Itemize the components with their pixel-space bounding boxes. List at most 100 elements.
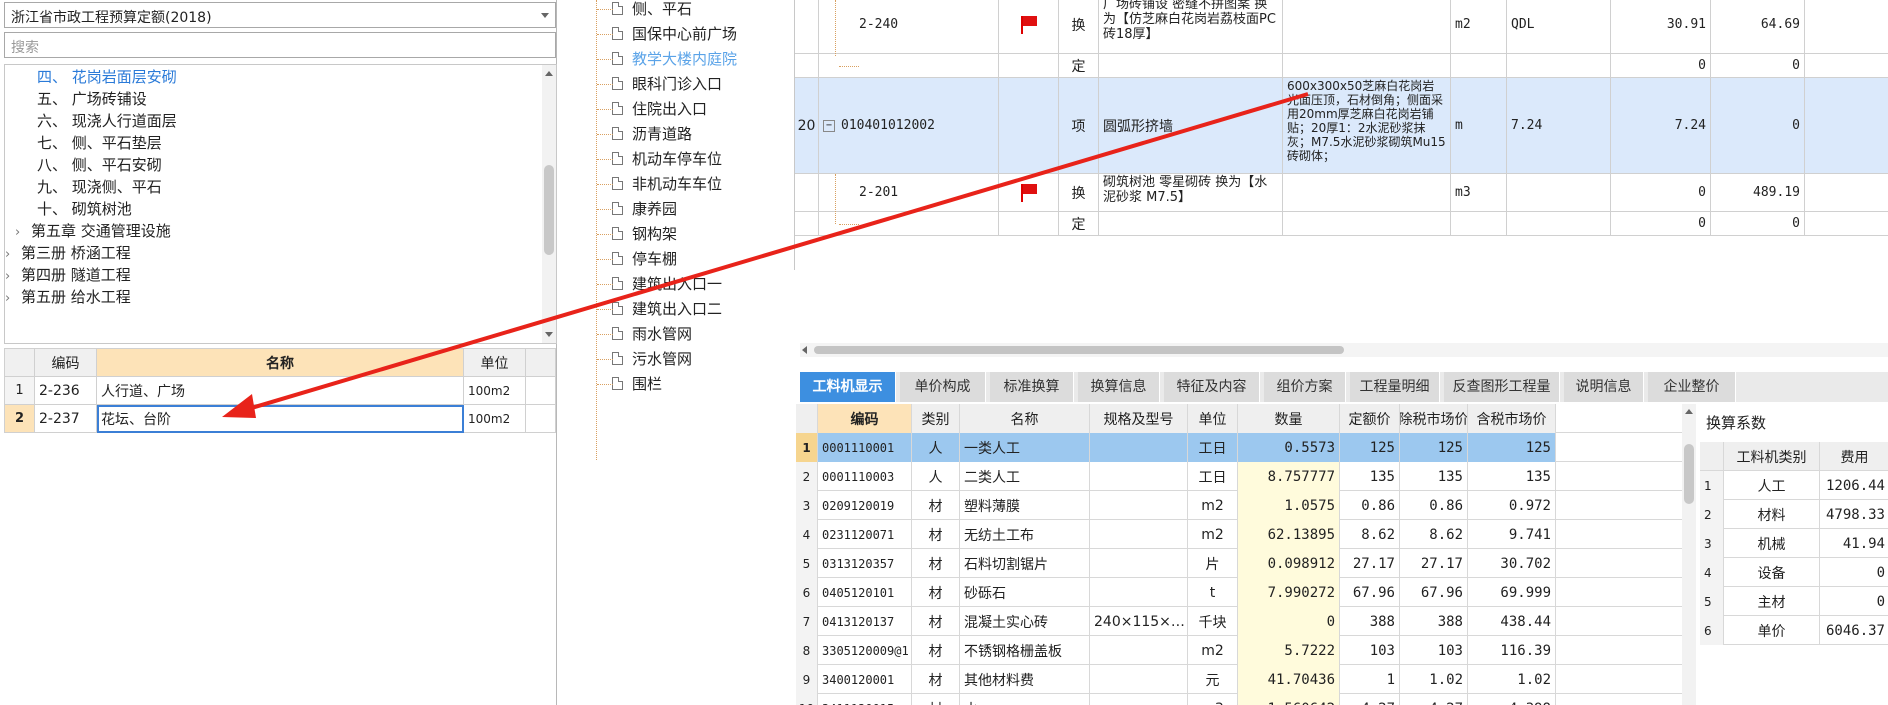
name-cell[interactable]: 石料切割锯片 xyxy=(960,549,1090,578)
name-cell[interactable]: 一类人工 xyxy=(960,433,1090,462)
quota-cell[interactable]: 103 xyxy=(1340,636,1400,665)
feature-cell[interactable] xyxy=(1283,174,1451,211)
expr-cell[interactable]: 7.24 xyxy=(1507,78,1611,173)
no-cell[interactable]: 20 xyxy=(795,78,819,173)
spec-cell[interactable] xyxy=(1090,462,1188,491)
cat-cell[interactable]: 材 xyxy=(912,549,960,578)
type-cell[interactable]: 换 xyxy=(1059,174,1099,211)
code-cell[interactable]: 0209120019 xyxy=(818,491,912,520)
vertical-scrollbar[interactable] xyxy=(1682,404,1696,705)
code-cell[interactable]: 2-240 xyxy=(819,0,999,53)
coef-row[interactable]: 1 人工 1206.44 xyxy=(1700,471,1888,500)
resource-row[interactable]: 8 3305120009@1 材不锈钢格栅盖板 m2 5.7222 103 103 116.3… xyxy=(796,636,1696,665)
fee-cell[interactable]: 4798.33 xyxy=(1820,500,1888,529)
coef-row[interactable]: 5 主材 0 xyxy=(1700,587,1888,616)
qty-cell[interactable]: 8.757777 xyxy=(1238,462,1340,491)
unit-cell[interactable]: m2 xyxy=(1451,0,1507,53)
name-cell[interactable]: 其他材料费 xyxy=(960,665,1090,694)
inc-cell[interactable]: 438.44 xyxy=(1468,607,1556,636)
name-cell[interactable]: 混凝土实心砖 xyxy=(960,607,1090,636)
fee-cell[interactable]: 1206.44 xyxy=(1820,471,1888,500)
code-cell[interactable]: 0001110001 xyxy=(818,433,912,462)
spec-cell[interactable] xyxy=(1090,694,1188,705)
no-cell[interactable] xyxy=(795,212,819,235)
fee-cell[interactable]: 6046.37 xyxy=(1820,616,1888,645)
chevron-right-icon[interactable]: › xyxy=(5,286,15,312)
resource-row[interactable]: 9 3400120001 材其他材料费元 41.70436 1 1.02 1.02 xyxy=(796,665,1696,694)
column-header[interactable]: 费用 xyxy=(1820,442,1888,471)
tab-7[interactable]: 工程量明细 xyxy=(1350,372,1440,402)
spec-cell[interactable] xyxy=(1090,549,1188,578)
project-tree-item[interactable]: 教学大楼内庭院 xyxy=(612,46,737,72)
ex-cell[interactable]: 1.02 xyxy=(1400,665,1468,694)
resource-row[interactable]: 5 0313120357 材石料切割锯片片 0.098912 27.17 27.17 30.… xyxy=(796,549,1696,578)
name-cell[interactable]: 砌筑树池 零星砌砖 换为【水泥砂浆 M7.5】 xyxy=(1099,174,1283,211)
unit-cell[interactable]: m3 xyxy=(1188,694,1238,705)
tab-8[interactable]: 反查图形工程量 xyxy=(1444,372,1560,402)
coef-row[interactable]: 4 设备 0 xyxy=(1700,558,1888,587)
horizontal-scrollbar[interactable] xyxy=(800,343,1888,357)
project-tree-item[interactable]: 停车棚 xyxy=(612,246,677,272)
name-cell[interactable]: 砂砾石 xyxy=(960,578,1090,607)
cat-cell[interactable]: 人 xyxy=(912,433,960,462)
category-cell[interactable]: 材料 xyxy=(1724,500,1820,529)
inc-cell[interactable]: 0.972 xyxy=(1468,491,1556,520)
collapse-icon[interactable]: − xyxy=(823,119,835,132)
project-tree-item[interactable]: 建筑出入口二 xyxy=(612,296,722,322)
inc-cell[interactable]: 9.741 xyxy=(1468,520,1556,549)
column-header[interactable]: 规格及型号 xyxy=(1090,404,1188,433)
column-header[interactable]: 含税市场价 xyxy=(1468,404,1556,433)
category-cell[interactable]: 主材 xyxy=(1724,587,1820,616)
fee-cell[interactable]: 0 xyxy=(1820,558,1888,587)
column-header[interactable]: 除税市场价 xyxy=(1400,404,1468,433)
qty-cell[interactable]: 1.0575 xyxy=(1238,491,1340,520)
expr-cell[interactable] xyxy=(1507,212,1611,235)
price-cell[interactable]: 0 xyxy=(1711,78,1805,173)
bill-row[interactable]: 定 00 xyxy=(795,212,1888,236)
scroll-thumb[interactable] xyxy=(814,346,1344,354)
coef-row[interactable]: 6 单价 6046.37 xyxy=(1700,616,1888,645)
quota-cell[interactable]: 1 xyxy=(1340,665,1400,694)
cat-cell[interactable]: 材 xyxy=(912,578,960,607)
quota-cell[interactable]: 4.27 xyxy=(1340,694,1400,705)
ex-cell[interactable]: 103 xyxy=(1400,636,1468,665)
column-header[interactable]: 工料机类别 xyxy=(1724,442,1820,471)
feature-cell[interactable]: 600x300x50芝麻白花岗岩光面压顶，石材倒角；侧面采用20mm厚芝麻白花岗… xyxy=(1283,78,1451,173)
column-header[interactable]: 定额价 xyxy=(1340,404,1400,433)
feature-cell[interactable] xyxy=(1283,54,1451,77)
tab-10[interactable]: 企业整价 xyxy=(1648,372,1736,402)
column-header[interactable]: 单位 xyxy=(1188,404,1238,433)
column-header[interactable]: 编码 xyxy=(818,404,912,433)
name-cell[interactable] xyxy=(1099,212,1283,235)
cat-cell[interactable]: 材 xyxy=(912,607,960,636)
spec-cell[interactable] xyxy=(1090,433,1188,462)
bill-row[interactable]: 2-240 换广场砖铺设 密缝不拼图案 换为【仿芝麻白花岗岩荔枝面PC砖18厚】 m… xyxy=(795,0,1888,54)
inc-cell[interactable]: 4.398 xyxy=(1468,694,1556,705)
price-cell[interactable]: 64.69 xyxy=(1711,0,1805,53)
bill-row[interactable]: 定 00 xyxy=(795,54,1888,78)
ex-cell[interactable]: 135 xyxy=(1400,462,1468,491)
project-tree-item[interactable]: 眼科门诊入口 xyxy=(612,71,722,97)
category-cell[interactable]: 设备 xyxy=(1724,558,1820,587)
no-cell[interactable] xyxy=(795,54,819,77)
spec-cell[interactable] xyxy=(1090,578,1188,607)
name-cell[interactable]: 不锈钢格栅盖板 xyxy=(960,636,1090,665)
qty-cell[interactable]: 7.24 xyxy=(1611,78,1711,173)
ex-cell[interactable]: 125 xyxy=(1400,433,1468,462)
quota-cell[interactable]: 125 xyxy=(1340,433,1400,462)
scroll-left-icon[interactable] xyxy=(802,346,807,354)
project-tree-item[interactable]: 钢构架 xyxy=(612,221,677,247)
code-cell[interactable]: 2-201 xyxy=(819,174,999,211)
code-cell[interactable]: 3400120001 xyxy=(818,665,912,694)
qty-cell[interactable]: 0.098912 xyxy=(1238,549,1340,578)
unit-cell[interactable]: 100m2 xyxy=(463,376,526,405)
qty-cell[interactable]: 62.13895 xyxy=(1238,520,1340,549)
code-cell[interactable]: 3305120009@1 xyxy=(818,636,912,665)
category-cell[interactable]: 机械 xyxy=(1724,529,1820,558)
project-tree-item[interactable]: 围栏 xyxy=(612,371,662,397)
inc-cell[interactable]: 30.702 xyxy=(1468,549,1556,578)
project-tree-item[interactable]: 康养园 xyxy=(612,196,677,222)
name-cell[interactable]: 圆弧形挤墙 xyxy=(1099,78,1283,173)
spec-cell[interactable] xyxy=(1090,520,1188,549)
project-tree-item[interactable]: 侧、平石 xyxy=(612,0,692,22)
